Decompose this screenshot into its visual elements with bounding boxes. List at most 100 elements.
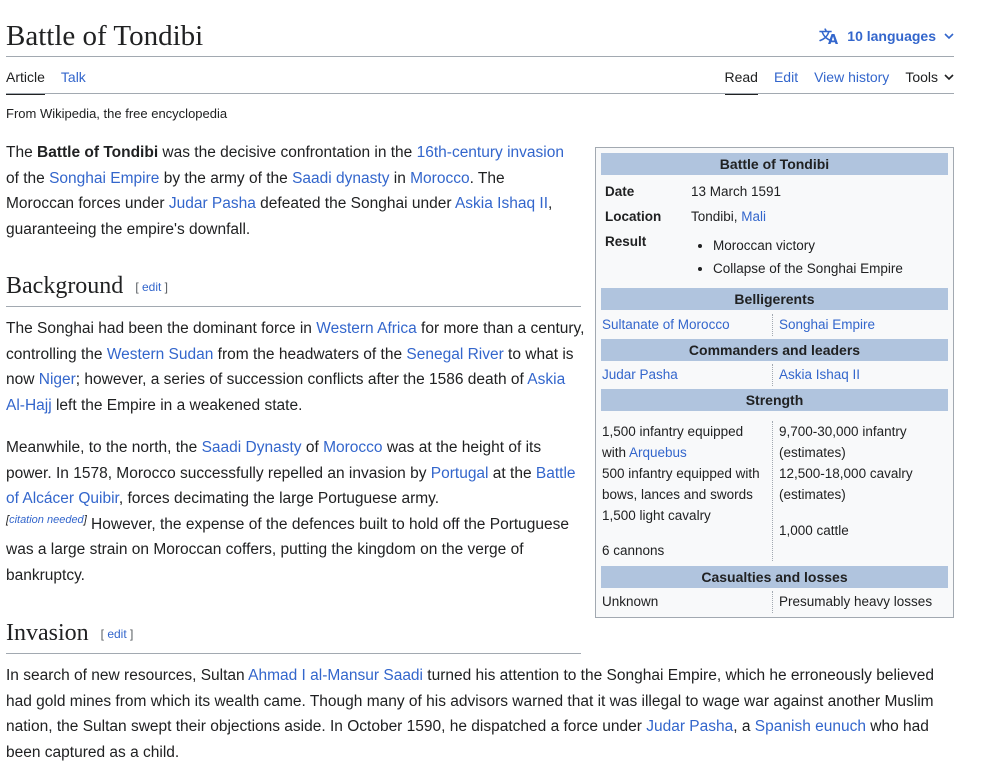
casualties-left: Unknown — [602, 594, 659, 609]
column-separator — [772, 421, 774, 561]
strength-line: 9,700-30,000 infantry — [779, 424, 907, 439]
background-paragraph-1: The Songhai had been the dominant force … — [6, 316, 586, 418]
location-place: Tondibi, — [691, 209, 742, 224]
result-list: Moroccan victory Collapse of the Songhai… — [691, 234, 903, 280]
link-western-africa[interactable]: Western Africa — [316, 320, 417, 337]
text: by the army of the — [159, 169, 293, 187]
text: In search of new resources, Sultan — [6, 667, 249, 684]
link-askia-ishaq-ii[interactable]: Askia Ishaq II — [779, 367, 860, 382]
text: ; however, a series of succession confli… — [75, 371, 528, 389]
svg-text:A: A — [828, 33, 838, 45]
tabs-divider — [6, 93, 954, 94]
link-askia-ishaq-ii[interactable]: Askia Ishaq II — [455, 195, 548, 212]
languages-button[interactable]: 文A 10 languages — [819, 27, 954, 45]
citation-needed-link[interactable]: citation needed — [9, 514, 84, 526]
section-edit-link[interactable]: [ edit ] — [135, 280, 168, 294]
text: defeated the Songhai under — [255, 195, 455, 213]
belligerent-right: Songhai Empire — [779, 314, 875, 335]
strength-line: with Arquebus — [602, 442, 760, 463]
text: of the — [6, 169, 50, 187]
link-16th-century-invasion[interactable]: 16th-century invasion — [417, 144, 564, 161]
link-senegal-river[interactable]: Senegal River — [406, 346, 503, 363]
strength-right: 9,700-30,000 infantry (estimates) 12,500… — [779, 421, 913, 541]
commander-left: Judar Pasha — [602, 364, 678, 385]
link-saadi-dynasty[interactable]: Saadi Dynasty — [202, 439, 302, 456]
link-judar-pasha[interactable]: Judar Pasha — [169, 195, 256, 212]
background-paragraph-2: Meanwhile, to the north, the Saadi Dynas… — [6, 435, 576, 589]
tab-view-history[interactable]: View history — [814, 66, 889, 93]
link-mali[interactable]: Mali — [741, 209, 766, 224]
text: in — [389, 169, 411, 187]
section-divider — [6, 653, 581, 654]
link-portugal[interactable]: Portugal — [431, 465, 489, 482]
column-separator — [772, 591, 774, 613]
strength-line: (estimates) — [779, 445, 846, 460]
casualties-right: Presumably heavy losses — [779, 594, 933, 609]
section-edit-link[interactable]: [ edit ] — [101, 627, 134, 641]
link-saadi-dynasty[interactable]: Saadi dynasty — [292, 170, 389, 187]
strength-left: 1,500 infantry equipped with Arquebus 50… — [602, 421, 760, 561]
edit-link[interactable]: edit — [142, 280, 161, 294]
text: at the — [488, 464, 536, 482]
tab-talk[interactable]: Talk — [61, 66, 86, 95]
tab-edit[interactable]: Edit — [774, 66, 798, 93]
text: was the decisive confrontation in the — [158, 144, 417, 161]
heading-text: Background — [6, 273, 124, 299]
link-morocco[interactable]: Morocco — [323, 439, 382, 456]
heading-text: Invasion — [6, 620, 89, 646]
column-separator — [772, 314, 774, 336]
tools-menu[interactable]: Tools — [905, 66, 954, 93]
link-morocco[interactable]: Morocco — [410, 170, 469, 187]
strength-line: 500 infantry equipped with — [602, 466, 760, 481]
intro-paragraph: The Battle of Tondibi was the decisive c… — [6, 140, 566, 242]
casualties-header: Casualties and losses — [601, 566, 948, 588]
section-divider — [6, 306, 581, 307]
link-western-sudan[interactable]: Western Sudan — [107, 346, 214, 363]
edit-link[interactable]: edit — [107, 627, 126, 641]
text: with — [602, 445, 630, 460]
belligerent-left: Sultanate of Morocco — [602, 314, 730, 335]
link-judar-pasha[interactable]: Judar Pasha — [646, 718, 733, 735]
strength-line: 1,500 infantry equipped — [602, 424, 744, 439]
tab-read[interactable]: Read — [724, 66, 758, 95]
chevron-down-icon — [944, 32, 954, 40]
tab-article[interactable]: Article — [6, 66, 45, 95]
link-niger[interactable]: Niger — [39, 371, 76, 388]
location-value: Tondibi, Mali — [691, 209, 766, 224]
tools-label: Tools — [905, 69, 938, 85]
infobox-title: Battle of Tondibi — [601, 153, 948, 175]
tagline: From Wikipedia, the free encyclopedia — [6, 106, 228, 121]
link-spanish-eunuch[interactable]: Spanish eunuch — [755, 718, 866, 735]
link-songhai-empire[interactable]: Songhai Empire — [779, 317, 875, 332]
text: , forces decimating the large Portuguese… — [118, 490, 440, 508]
citation-needed: [citation needed] — [6, 513, 87, 526]
link-sultanate-of-morocco[interactable]: Sultanate of Morocco — [602, 317, 730, 332]
chevron-down-icon — [944, 73, 954, 81]
belligerents-header: Belligerents — [601, 288, 948, 310]
text: The — [6, 144, 38, 161]
namespace-tabs: Article Talk — [6, 66, 102, 95]
strength-line: 6 cannons — [602, 543, 665, 558]
result-label: Result — [605, 234, 647, 249]
commander-right: Askia Ishaq II — [779, 364, 860, 385]
link-judar-pasha[interactable]: Judar Pasha — [602, 367, 678, 382]
text: The Songhai had been the dominant force … — [6, 320, 317, 337]
translate-icon: 文A — [819, 27, 839, 45]
strength-line: 1,500 light cavalry — [602, 508, 711, 523]
bold-title: Battle of Tondibi — [37, 144, 159, 161]
text: , a — [733, 718, 755, 736]
column-separator — [772, 364, 774, 386]
text: from the headwaters of the — [213, 345, 407, 363]
link-songhai-empire[interactable]: Songhai Empire — [49, 170, 159, 187]
text: However, the expense of the defences bui… — [6, 515, 570, 584]
strength-line: (estimates) — [779, 487, 846, 502]
strength-line: bows, lances and swords — [602, 487, 753, 502]
result-item: Moroccan victory — [713, 234, 903, 257]
link-arquebus[interactable]: Arquebus — [629, 445, 687, 460]
location-label: Location — [605, 209, 662, 224]
section-heading-background: Background [ edit ] — [6, 272, 168, 301]
link-ahmad-al-mansur[interactable]: Ahmad I al-Mansur Saadi — [248, 667, 423, 684]
text: Meanwhile, to the north, the — [6, 439, 202, 456]
strength-line: 1,000 cattle — [779, 523, 849, 538]
date-value: 13 March 1591 — [691, 184, 782, 199]
